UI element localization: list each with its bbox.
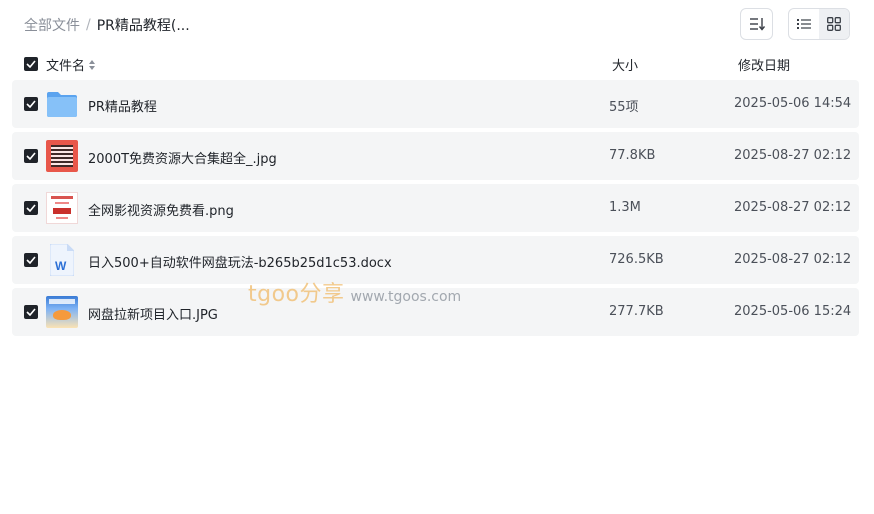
check-icon <box>26 204 36 212</box>
file-name[interactable]: 2000T免费资源大合集超全_.jpg <box>88 148 277 167</box>
svg-text:W: W <box>55 259 67 273</box>
list-view-button[interactable] <box>789 9 819 39</box>
row-checkbox[interactable] <box>24 253 38 267</box>
column-header-size[interactable]: 大小 <box>612 55 638 74</box>
check-icon <box>26 100 36 108</box>
check-icon <box>26 308 36 316</box>
file-list: PR精品教程 55项 2025-05-06 14:54 2000T免费资源大合集… <box>12 80 859 340</box>
check-icon <box>26 60 36 68</box>
row-checkbox[interactable] <box>24 97 38 111</box>
row-checkbox[interactable] <box>24 149 38 163</box>
grid-view-button[interactable] <box>819 9 849 39</box>
file-date: 2025-08-27 02:12 <box>734 252 852 267</box>
column-header-date[interactable]: 修改日期 <box>738 55 790 74</box>
file-size: 277.7KB <box>609 304 664 319</box>
sort-button[interactable] <box>740 8 773 40</box>
column-header-name[interactable]: 文件名 <box>46 55 96 74</box>
row-checkbox[interactable] <box>24 305 38 319</box>
word-doc-icon: W <box>46 244 78 276</box>
file-name[interactable]: 日入500+自动软件网盘玩法-b265b25d1c53.docx <box>88 252 392 271</box>
top-bar: 全部文件 / PR精品教程(... <box>0 0 874 48</box>
column-header-name-label: 文件名 <box>46 59 86 74</box>
file-date: 2025-05-06 15:24 <box>734 304 852 319</box>
breadcrumb-root-link[interactable]: 全部文件 <box>24 15 80 35</box>
file-size: 77.8KB <box>609 148 656 163</box>
table-header: 文件名 大小 修改日期 <box>0 52 874 76</box>
row-checkbox[interactable] <box>24 201 38 215</box>
file-size: 1.3M <box>609 200 641 215</box>
file-name[interactable]: PR精品教程 <box>88 96 157 115</box>
file-date: 2025-08-27 02:12 <box>734 200 852 215</box>
view-toggle <box>788 8 850 40</box>
table-row[interactable]: W 日入500+自动软件网盘玩法-b265b25d1c53.docx 726.5… <box>12 236 859 284</box>
check-icon <box>26 256 36 264</box>
sort-caret-icon <box>89 59 96 70</box>
table-row[interactable]: PR精品教程 55项 2025-05-06 14:54 <box>12 80 859 128</box>
file-size: 726.5KB <box>609 252 664 267</box>
file-date: 2025-08-27 02:12 <box>734 148 852 163</box>
list-view-icon <box>797 19 811 29</box>
breadcrumb-current: PR精品教程(... <box>96 18 190 34</box>
select-all-checkbox[interactable] <box>24 57 38 71</box>
file-name[interactable]: 网盘拉新项目入口.JPG <box>88 304 218 323</box>
breadcrumb: 全部文件 / PR精品教程(... <box>24 15 190 35</box>
table-row[interactable]: 网盘拉新项目入口.JPG 277.7KB 2025-05-06 15:24 <box>12 288 859 336</box>
file-name[interactable]: 全网影视资源免费看.png <box>88 200 234 219</box>
table-row[interactable]: 全网影视资源免费看.png 1.3M 2025-08-27 02:12 <box>12 184 859 232</box>
folder-icon <box>46 88 78 120</box>
sort-lines-icon <box>749 18 765 31</box>
file-date: 2025-05-06 14:54 <box>734 96 852 111</box>
image-thumbnail-qr <box>46 140 78 172</box>
breadcrumb-separator: / <box>86 17 91 33</box>
table-row[interactable]: 2000T免费资源大合集超全_.jpg 77.8KB 2025-08-27 02… <box>12 132 859 180</box>
file-size: 55项 <box>609 100 639 115</box>
image-thumbnail-poster <box>46 192 78 224</box>
check-icon <box>26 152 36 160</box>
image-thumbnail-promo <box>46 296 78 328</box>
grid-view-icon <box>827 17 841 31</box>
